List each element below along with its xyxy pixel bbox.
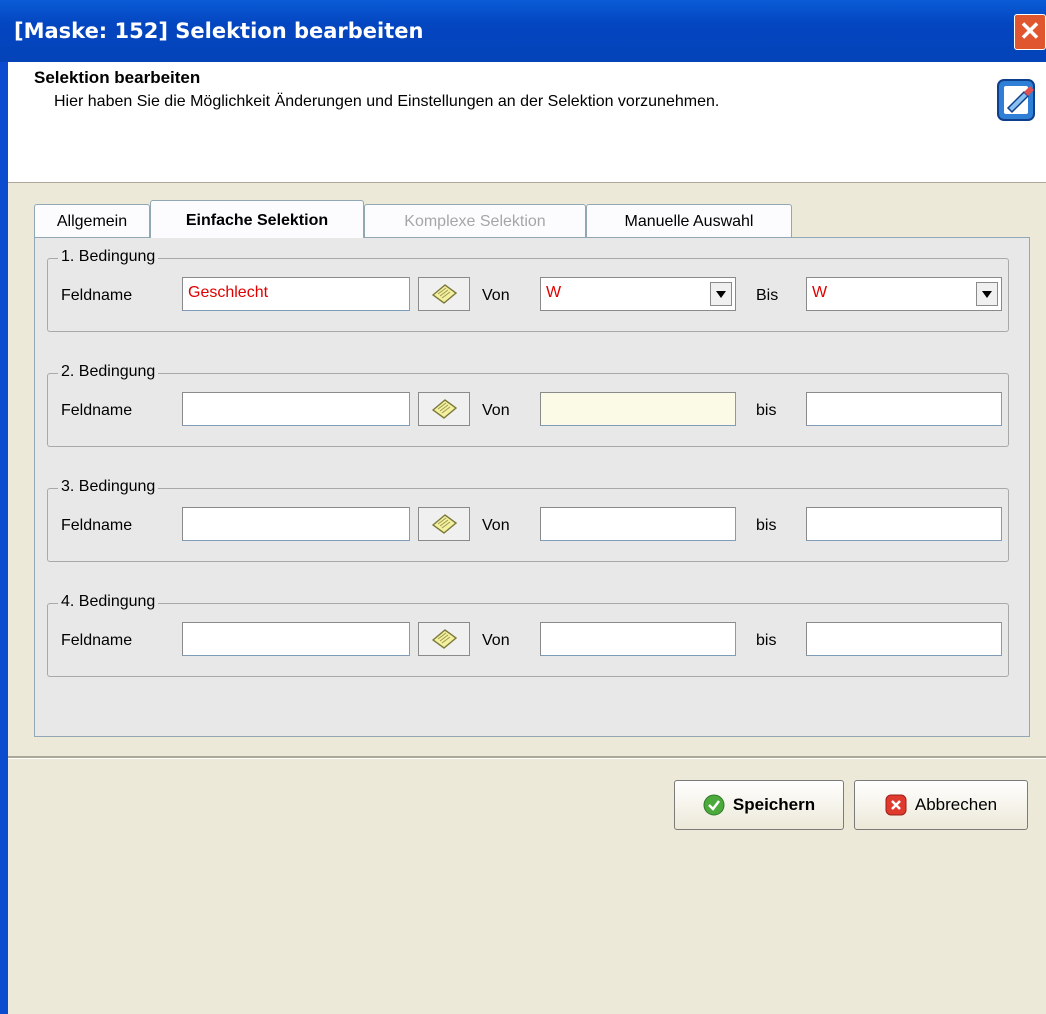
dialog-header: Selektion bearbeiten Hier haben Sie die … bbox=[8, 62, 1046, 183]
header-title: Selektion bearbeiten bbox=[34, 68, 201, 87]
bis-label: bis bbox=[756, 402, 777, 419]
tab-allgemein[interactable]: Allgemein bbox=[34, 204, 150, 237]
von-input[interactable] bbox=[540, 507, 736, 541]
feldname-label: Feldname bbox=[61, 287, 133, 304]
condition-legend: 1. Bedingung bbox=[58, 248, 159, 266]
feldname-input[interactable] bbox=[182, 392, 410, 426]
field-picker-button[interactable] bbox=[418, 392, 470, 426]
condition-legend: 3. Bedingung bbox=[58, 478, 159, 496]
notepad-icon bbox=[431, 284, 458, 304]
window-frame bbox=[0, 62, 8, 1014]
checkmark-icon bbox=[703, 794, 725, 816]
save-button[interactable]: Speichern bbox=[674, 780, 844, 830]
tab-manuelle-auswahl[interactable]: Manuelle Auswahl bbox=[586, 204, 792, 237]
feldname-input[interactable]: Geschlecht bbox=[182, 277, 410, 311]
feldname-label: Feldname bbox=[61, 632, 133, 649]
bis-label: bis bbox=[756, 632, 777, 649]
cancel-label: Abbrechen bbox=[914, 795, 998, 814]
save-label: Speichern bbox=[732, 795, 816, 814]
tab-einfache-selektion[interactable]: Einfache Selektion bbox=[150, 200, 364, 238]
dialog-footer: Speichern Abbrechen bbox=[8, 759, 1046, 1014]
bis-value: W bbox=[812, 284, 828, 301]
von-label: Von bbox=[482, 287, 510, 304]
von-input[interactable] bbox=[540, 392, 736, 426]
edit-document-icon bbox=[997, 79, 1035, 121]
condition-legend: 4. Bedingung bbox=[58, 593, 159, 611]
feldname-label: Feldname bbox=[61, 402, 133, 419]
notepad-icon bbox=[431, 629, 458, 649]
von-value: W bbox=[546, 284, 562, 301]
header-description: Hier haben Sie die Möglichkeit Änderunge… bbox=[54, 93, 720, 110]
bis-input[interactable] bbox=[806, 622, 1002, 656]
von-label: Von bbox=[482, 517, 510, 534]
window-titlebar: [Maske: 152] Selektion bearbeiten ✕ bbox=[0, 0, 1046, 64]
feldname-input[interactable] bbox=[182, 622, 410, 656]
field-picker-button[interactable] bbox=[418, 277, 470, 311]
tab-komplexe-selektion: Komplexe Selektion bbox=[364, 204, 586, 237]
feldname-label: Feldname bbox=[61, 517, 133, 534]
chevron-down-icon[interactable] bbox=[710, 282, 732, 306]
window-title: [Maske: 152] Selektion bearbeiten bbox=[14, 19, 424, 43]
condition-group-1: 1. Bedingung Feldname Geschlecht Von W B… bbox=[47, 248, 1009, 332]
von-input[interactable] bbox=[540, 622, 736, 656]
cancel-icon bbox=[885, 794, 907, 816]
condition-group-4: 4. Bedingung Feldname Von bis bbox=[47, 593, 1009, 677]
bis-input[interactable] bbox=[806, 507, 1002, 541]
condition-legend: 2. Bedingung bbox=[58, 363, 159, 381]
notepad-icon bbox=[431, 399, 458, 419]
cancel-button[interactable]: Abbrechen bbox=[854, 780, 1028, 830]
bis-select[interactable]: W bbox=[806, 277, 1002, 311]
chevron-down-icon[interactable] bbox=[976, 282, 998, 306]
feldname-input[interactable] bbox=[182, 507, 410, 541]
tab-strip: Allgemein Einfache Selektion Komplexe Se… bbox=[34, 200, 1030, 238]
condition-group-2: 2. Bedingung Feldname Von bis bbox=[47, 363, 1009, 447]
field-picker-button[interactable] bbox=[418, 622, 470, 656]
close-button[interactable]: ✕ bbox=[1014, 14, 1046, 50]
notepad-icon bbox=[431, 514, 458, 534]
field-picker-button[interactable] bbox=[418, 507, 470, 541]
tab-panel: 1. Bedingung Feldname Geschlecht Von W B… bbox=[34, 237, 1030, 737]
von-label: Von bbox=[482, 402, 510, 419]
close-icon: ✕ bbox=[1019, 16, 1041, 46]
condition-group-3: 3. Bedingung Feldname Von bis bbox=[47, 478, 1009, 562]
bis-input[interactable] bbox=[806, 392, 1002, 426]
von-label: Von bbox=[482, 632, 510, 649]
bis-label: Bis bbox=[756, 287, 779, 304]
bis-label: bis bbox=[756, 517, 777, 534]
von-select[interactable]: W bbox=[540, 277, 736, 311]
